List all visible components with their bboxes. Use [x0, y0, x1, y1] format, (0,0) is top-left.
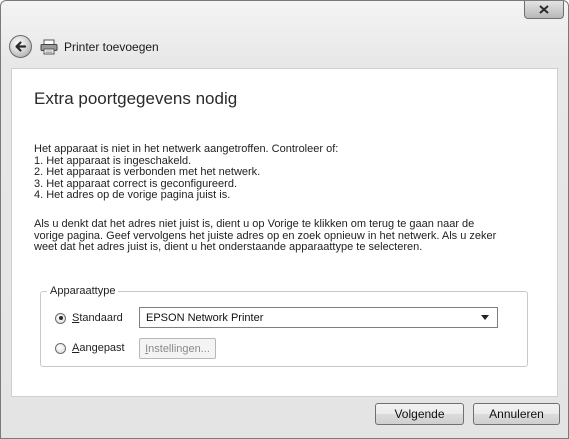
content-panel: Extra poortgegevens nodig Het apparaat i…	[11, 68, 558, 397]
close-icon	[539, 5, 549, 14]
custom-radio-option[interactable]: Aangepast	[55, 342, 125, 354]
arrow-left-icon	[15, 41, 27, 52]
back-button[interactable]	[9, 35, 32, 58]
settings-button[interactable]: Instellingen...	[139, 338, 216, 359]
next-button[interactable]: Volgende	[375, 403, 464, 425]
chevron-down-icon[interactable]	[481, 315, 489, 320]
select-value: EPSON Network Printer	[146, 311, 264, 324]
intro-block: Het apparaat is niet in het netwerk aang…	[34, 143, 554, 202]
printer-icon	[40, 39, 58, 55]
standard-radio-option[interactable]: Standaard	[55, 312, 123, 324]
device-type-select[interactable]: EPSON Network Printer	[139, 307, 498, 328]
intro-text: Het apparaat is niet in het netwerk aang…	[34, 143, 339, 155]
paragraph-line: Als u denkt dat het adres niet juist is,…	[34, 218, 475, 230]
window-header: Printer toevoegen	[1, 27, 568, 65]
add-printer-window: Printer toevoegen Extra poortgegevens no…	[0, 0, 569, 439]
standard-radio[interactable]	[55, 312, 66, 324]
cancel-button[interactable]: Annuleren	[473, 403, 560, 425]
device-type-group: Apparaattype Standaard EPSON Network Pri…	[40, 285, 528, 367]
page-heading: Extra poortgegevens nodig	[34, 89, 238, 108]
close-button[interactable]	[524, 1, 564, 19]
custom-radio[interactable]	[55, 342, 66, 354]
label-rest: tandaard	[79, 312, 123, 324]
checklist-item: 4. Het adres op de vorige pagina juist i…	[34, 189, 231, 201]
paragraph-line: weet dat het adres juist is, dient u het…	[34, 241, 423, 253]
label-rest: nstellingen...	[148, 342, 210, 355]
instruction-paragraph: Als u denkt dat het adres niet juist is,…	[34, 218, 554, 254]
custom-radio-label[interactable]: Aangepast	[72, 342, 125, 354]
radio-selected-dot	[58, 316, 63, 320]
device-type-legend: Apparaattype	[47, 285, 119, 297]
checklist-item: 2. Het apparaat is verbonden met het net…	[34, 166, 261, 178]
window-title: Printer toevoegen	[64, 40, 159, 54]
standard-radio-label[interactable]: Standaard	[72, 312, 123, 324]
label-rest: angepast	[79, 342, 125, 354]
